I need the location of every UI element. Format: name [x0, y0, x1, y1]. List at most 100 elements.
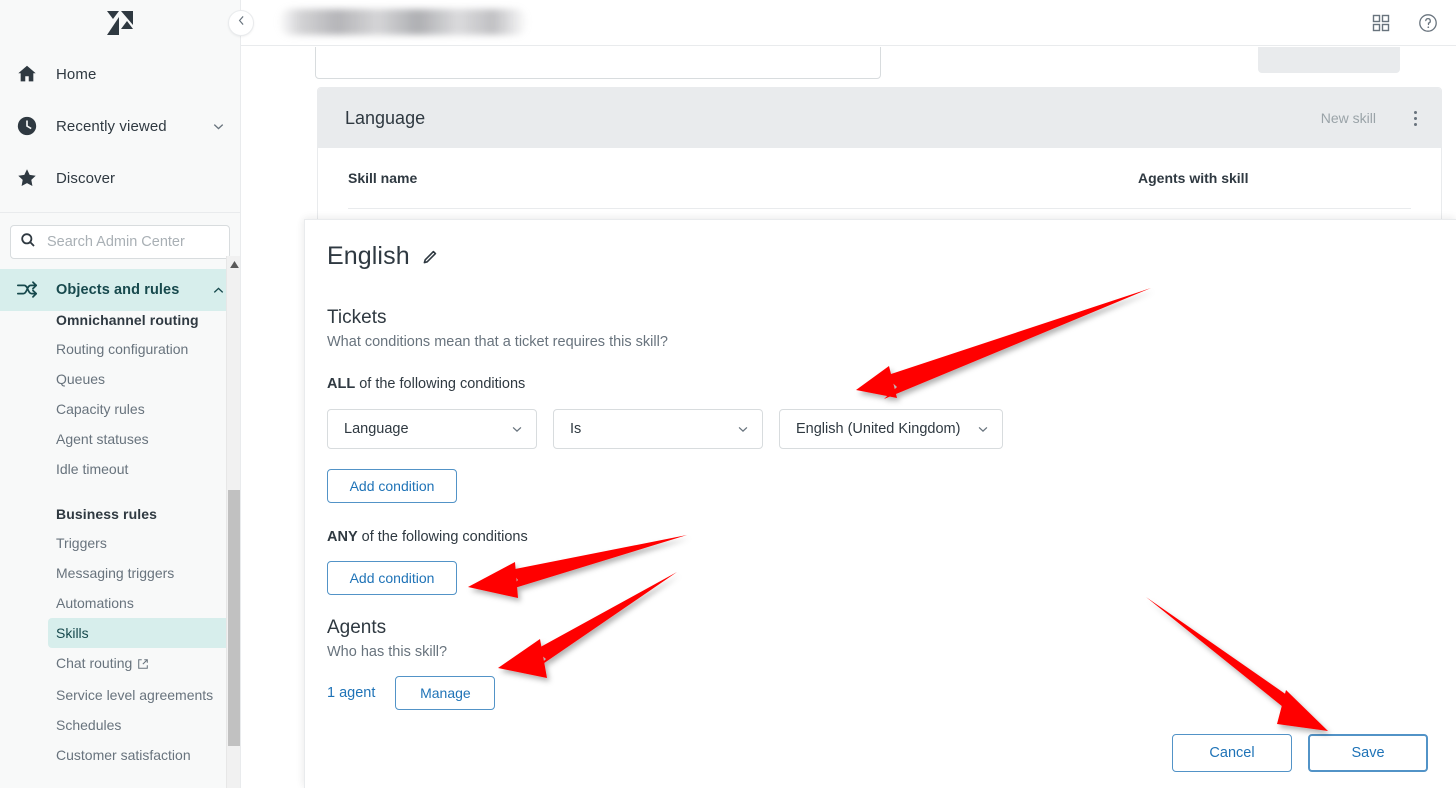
sidebar-item-schedules[interactable]: Schedules — [0, 710, 240, 740]
sidebar-group-business-rules: Business rules Triggers Messaging trigge… — [0, 498, 240, 770]
sidebar-item-capacity-rules[interactable]: Capacity rules — [0, 394, 240, 424]
partial-search-input-above[interactable] — [315, 47, 881, 79]
sidebar-item-label: Home — [56, 65, 97, 83]
sidebar-item-label: Automations — [56, 595, 134, 611]
sidebar-item-chat-routing[interactable]: Chat routing — [0, 648, 240, 680]
search-container — [0, 213, 240, 269]
sidebar-item-label: Chat routing — [56, 655, 133, 671]
sidebar-item-home[interactable]: Home — [0, 48, 240, 100]
all-conditions-label: ALL of the following conditions — [327, 376, 1456, 392]
star-icon — [14, 165, 40, 191]
more-vertical-icon[interactable] — [1406, 107, 1425, 130]
primary-nav: Home Recently viewed Discover — [0, 46, 240, 212]
sidebar-item-recently-viewed[interactable]: Recently viewed — [0, 100, 240, 152]
sidebar-item-agent-statuses[interactable]: Agent statuses — [0, 424, 240, 454]
all-conditions-label-bold: ALL — [327, 376, 356, 392]
sidebar-item-idle-timeout[interactable]: Idle timeout — [0, 454, 240, 484]
top-bar-actions — [1372, 0, 1446, 46]
scroll-up-arrow-icon[interactable] — [227, 256, 240, 272]
search-box[interactable] — [10, 225, 230, 259]
sidebar-item-service-level-agreements[interactable]: Service level agreements — [0, 680, 240, 710]
sidebar-item-routing-configuration[interactable]: Routing configuration — [0, 334, 240, 364]
drawer-body: English Tickets What conditions mean tha… — [305, 220, 1456, 788]
column-header-agents-with-skill: Agents with skill — [1138, 170, 1249, 186]
agents-section-heading: Agents — [327, 617, 387, 638]
cancel-button[interactable]: Cancel — [1172, 734, 1292, 772]
condition-field-select[interactable]: Language — [327, 409, 537, 449]
sidebar-item-label: Discover — [56, 169, 116, 187]
apps-grid-icon[interactable] — [1372, 14, 1390, 32]
condition-value-select[interactable]: English (United Kingdom) — [779, 409, 1003, 449]
condition-operator-select[interactable]: Is — [553, 409, 763, 449]
sidebar-item-label: Queues — [56, 371, 106, 387]
pencil-icon[interactable] — [422, 249, 438, 265]
sidebar-item-label: Messaging triggers — [56, 565, 175, 581]
any-conditions-label-bold: ANY — [327, 529, 358, 545]
any-conditions-label: ANY of the following conditions — [327, 529, 1456, 545]
sidebar-item-label: Capacity rules — [56, 401, 145, 417]
panel-header-actions: New skill — [1311, 104, 1425, 132]
routing-arrows-icon — [14, 277, 40, 303]
sidebar-scroll-area: Omnichannel routing Routing configuratio… — [0, 304, 240, 788]
skill-name-title: English — [327, 242, 410, 270]
url-breadcrumb-redacted — [278, 9, 528, 35]
search-input[interactable] — [45, 233, 221, 251]
sidebar: Home Recently viewed Discover Search Adm… — [0, 0, 241, 788]
scrollbar-thumb[interactable] — [228, 490, 240, 746]
tickets-section-subheading: What conditions mean that a ticket requi… — [327, 334, 668, 350]
partial-button-above[interactable] — [1258, 47, 1400, 73]
home-icon — [14, 61, 40, 87]
skill-detail-drawer: English Tickets What conditions mean tha… — [304, 219, 1456, 788]
sidebar-item-label: Customer satisfaction — [56, 747, 191, 763]
sidebar-item-triggers[interactable]: Triggers — [0, 528, 240, 558]
sidebar-item-queues[interactable]: Queues — [0, 364, 240, 394]
all-conditions-label-rest: of the following conditions — [355, 376, 526, 392]
external-link-icon — [137, 656, 149, 674]
main-content: Language New skill Skill name Agents wit… — [242, 47, 1456, 788]
condition-field-value: Language — [344, 421, 409, 437]
skills-table-header: Skill name Agents with skill — [318, 148, 1441, 209]
sidebar-item-label: Skills — [56, 625, 89, 641]
sidebar-scrollbar[interactable] — [226, 256, 240, 788]
agents-row: 1 agent Manage — [327, 676, 1456, 710]
new-skill-button[interactable]: New skill — [1311, 104, 1386, 132]
help-circle-icon[interactable] — [1418, 13, 1438, 33]
skill-title-row: English — [327, 242, 1456, 271]
sidebar-section-label: Objects and rules — [56, 282, 180, 298]
sidebar-item-label: Agent statuses — [56, 431, 149, 447]
sidebar-item-label: Triggers — [56, 535, 107, 551]
chevron-down-icon — [496, 422, 524, 436]
collapse-sidebar-button[interactable] — [228, 10, 254, 36]
sidebar-item-messaging-triggers[interactable]: Messaging triggers — [0, 558, 240, 588]
sidebar-item-discover[interactable]: Discover — [0, 152, 240, 204]
chevron-left-icon — [235, 14, 248, 32]
panel-header: Language New skill — [318, 88, 1441, 148]
condition-value-value: English (United Kingdom) — [796, 421, 961, 437]
add-condition-any-button[interactable]: Add condition — [327, 561, 457, 595]
agent-count-link[interactable]: 1 agent — [327, 685, 375, 701]
sidebar-item-label: Recently viewed — [56, 117, 167, 135]
manage-agents-button[interactable]: Manage — [395, 676, 496, 710]
condition-row: Language Is English (United Kingdom) — [327, 409, 1456, 449]
sidebar-group-omnichannel-routing: Omnichannel routing Routing configuratio… — [0, 304, 240, 484]
table-header-divider — [348, 208, 1411, 209]
chevron-down-icon — [962, 422, 990, 436]
sidebar-item-automations[interactable]: Automations — [0, 588, 240, 618]
save-button[interactable]: Save — [1308, 734, 1428, 772]
zendesk-logo[interactable] — [0, 0, 240, 46]
sidebar-item-label: Routing configuration — [56, 341, 189, 357]
chevron-down-icon[interactable] — [211, 119, 226, 134]
condition-operator-value: Is — [570, 421, 582, 437]
chevron-up-icon[interactable] — [211, 283, 226, 298]
chevron-down-icon — [722, 422, 750, 436]
admin-center-page: Home Recently viewed Discover Search Adm… — [0, 0, 1456, 788]
agents-section-subheading: Who has this skill? — [327, 644, 448, 660]
sidebar-item-skills[interactable]: Skills — [48, 618, 233, 648]
drawer-footer: Cancel Save — [1172, 734, 1428, 772]
sidebar-item-customer-satisfaction[interactable]: Customer satisfaction — [0, 740, 240, 770]
search-icon — [20, 232, 36, 253]
sidebar-group-title: Business rules — [56, 506, 157, 522]
add-condition-all-button[interactable]: Add condition — [327, 469, 457, 503]
sidebar-group-title: Omnichannel routing — [56, 312, 199, 328]
